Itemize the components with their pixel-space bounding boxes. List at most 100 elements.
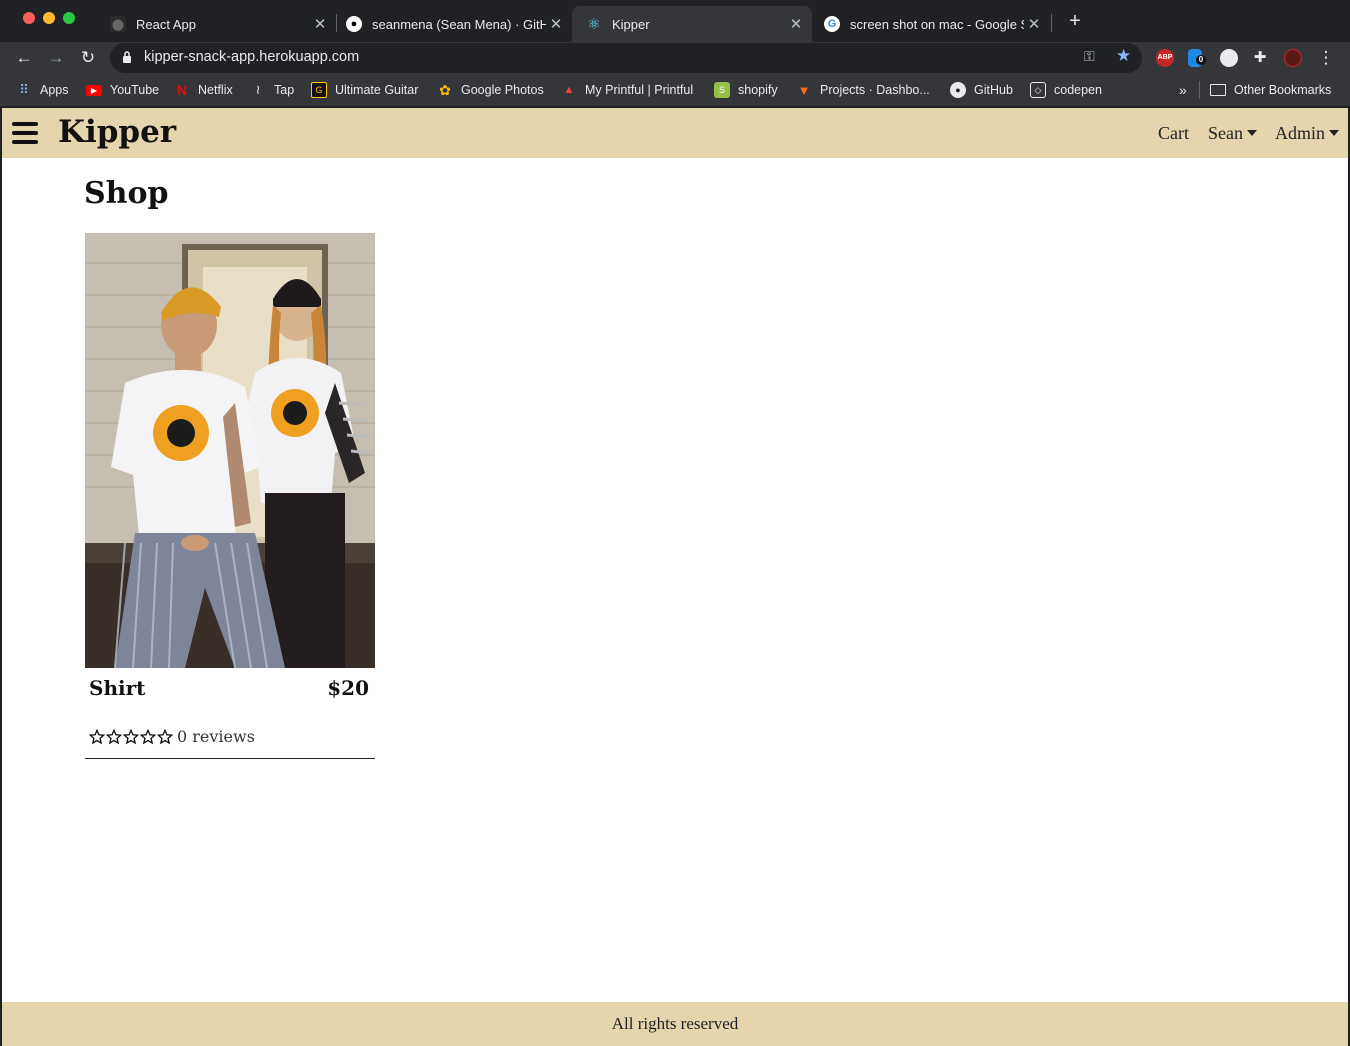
bookmark-shopify[interactable]: S shopify (714, 81, 778, 99)
nav-user-dropdown[interactable]: Sean (1208, 123, 1257, 144)
star-outline-icon (89, 728, 105, 744)
lock-icon (123, 51, 131, 63)
maximize-window-icon[interactable] (63, 12, 75, 24)
bookmark-label: Other Bookmarks (1234, 83, 1332, 97)
bookmark-label: Projects · Dashbo... (820, 83, 930, 97)
menu-kebab-icon[interactable]: ⋮ (1314, 46, 1338, 70)
star-outline-icon (157, 728, 173, 744)
close-tab-icon[interactable]: ✕ (1024, 15, 1044, 33)
bookmark-label: Netflix (198, 83, 233, 97)
extension-icon[interactable]: 0 (1188, 49, 1206, 67)
youtube-icon: ▶ (86, 84, 102, 96)
bookmark-tap[interactable]: ≀ Tap (250, 81, 295, 99)
tab-github[interactable]: ● seanmena (Sean Mena) · GitHub ✕ (332, 6, 572, 42)
chevron-down-icon (1247, 129, 1257, 136)
bookmark-codepen[interactable]: ◇ codepen (1030, 81, 1102, 99)
bookmarks-bar: ⠿ Apps ▶ YouTube N Netflix ≀ Tap G Ultim… (0, 74, 1350, 106)
tab-react-app[interactable]: ⬤ React App ✕ (96, 6, 336, 42)
reload-icon[interactable]: ↻ (76, 46, 100, 70)
codepen-icon: ◇ (1030, 82, 1046, 98)
shopify-icon: S (714, 82, 730, 98)
bookmark-label: My Printful | Printful (585, 83, 694, 97)
bookmark-label: Apps (40, 83, 69, 97)
url-text: kipper-snack-app.herokuapp.com (144, 49, 360, 65)
product-price: $20 (327, 676, 369, 700)
forward-icon[interactable]: → (44, 46, 68, 70)
browser-toolbar: ← → ↻ kipper-snack-app.herokuapp.com ⚿ ★… (0, 42, 1350, 74)
folder-icon (1210, 84, 1226, 96)
bookmarks-separator (1199, 81, 1200, 99)
footer-text: All rights reserved (611, 1014, 739, 1033)
bookmark-label: Tap (274, 83, 295, 97)
tab-kipper[interactable]: ⚛ Kipper ✕ (572, 6, 812, 42)
site-navbar: Kipper Cart Sean Admin (2, 108, 1348, 158)
bookmark-label: Ultimate Guitar (335, 83, 419, 97)
bookmark-google-photos[interactable]: ✿ Google Photos (437, 81, 544, 99)
product-rating: 0 reviews (89, 727, 255, 746)
star-outline-icon (123, 728, 139, 744)
chevron-down-icon (1329, 129, 1340, 136)
nav-cart-link[interactable]: Cart (1158, 123, 1189, 144)
profile-avatar[interactable] (1284, 49, 1302, 67)
close-tab-icon[interactable]: ✕ (786, 15, 806, 33)
tab-title: Kipper (612, 16, 650, 32)
react-icon: ⚛ (587, 16, 601, 33)
address-bar[interactable]: kipper-snack-app.herokuapp.com ⚿ ★ (110, 43, 1142, 73)
bookmark-label: GitHub (974, 83, 1013, 97)
bookmark-label: codepen (1054, 83, 1102, 97)
bookmark-github[interactable]: ● GitHub (950, 81, 1013, 99)
bookmark-label: Google Photos (461, 83, 544, 97)
star-outline-icon (140, 728, 156, 744)
netflix-icon: N (176, 82, 188, 98)
bookmark-ultimate-guitar[interactable]: G Ultimate Guitar (311, 81, 418, 99)
bookmark-label: YouTube (110, 83, 160, 97)
tab-title: seanmena (Sean Mena) · GitHub (372, 16, 546, 32)
printful-icon: ▲ (563, 84, 575, 96)
ultimate-guitar-icon: G (311, 82, 327, 98)
bookmark-apps[interactable]: ⠿ Apps (16, 81, 69, 99)
puzzle-extensions-icon[interactable]: ✚ (1248, 46, 1272, 70)
new-tab-icon[interactable]: + (1064, 10, 1086, 32)
tap-icon: ≀ (255, 82, 261, 97)
google-photos-icon: ✿ (439, 81, 451, 98)
apps-grid-icon: ⠿ (19, 82, 29, 97)
adblock-icon[interactable]: ABP (1156, 49, 1174, 67)
review-count: 0 reviews (177, 727, 255, 746)
tab-separator (1051, 14, 1052, 32)
bookmark-star-icon[interactable]: ★ (1116, 46, 1131, 66)
close-window-icon[interactable] (23, 12, 35, 24)
nav-user-label: Sean (1208, 123, 1243, 143)
close-tab-icon[interactable]: ✕ (310, 15, 330, 33)
back-icon[interactable]: ← (12, 46, 36, 70)
product-card[interactable]: Shirt $20 0 reviews (85, 233, 375, 759)
bookmark-printful[interactable]: ▲ My Printful | Printful (561, 81, 694, 99)
circle-extension-icon[interactable] (1220, 49, 1238, 67)
tab-title: screen shot on mac - Google Search (850, 16, 1024, 32)
bookmarks-overflow-icon[interactable]: » (1179, 81, 1187, 99)
bookmark-label: shopify (738, 83, 778, 97)
site-brand[interactable]: Kipper (58, 114, 176, 150)
github-icon: ● (950, 82, 966, 98)
github-dark-icon: ⬤ (110, 16, 126, 32)
bookmark-netflix[interactable]: N Netflix (174, 81, 233, 99)
tab-strip: ⬤ React App ✕ ● seanmena (Sean Mena) · G… (0, 0, 1350, 42)
tab-google-search[interactable]: G screen shot on mac - Google Search ✕ (810, 6, 1050, 42)
bookmark-other[interactable]: Other Bookmarks (1210, 81, 1331, 99)
web-page: Kipper Cart Sean Admin Shop Shirt $20 0 … (2, 108, 1348, 1046)
google-icon: G (824, 16, 840, 32)
product-name[interactable]: Shirt (89, 676, 145, 700)
product-image[interactable] (85, 233, 375, 668)
gitlab-icon: ▼ (797, 82, 811, 98)
minimize-window-icon[interactable] (43, 12, 55, 24)
nav-admin-label: Admin (1275, 123, 1326, 143)
site-footer: All rights reserved (2, 1002, 1348, 1046)
nav-admin-dropdown[interactable]: Admin (1275, 123, 1340, 144)
star-outline-icon (106, 728, 122, 744)
bookmark-gitlab[interactable]: ▼ Projects · Dashbo... (796, 81, 930, 99)
key-icon[interactable]: ⚿ (1084, 48, 1095, 65)
hamburger-menu-icon[interactable] (12, 122, 38, 144)
bookmark-youtube[interactable]: ▶ YouTube (86, 81, 159, 99)
browser-chrome: ⬤ React App ✕ ● seanmena (Sean Mena) · G… (0, 0, 1350, 106)
close-tab-icon[interactable]: ✕ (546, 15, 566, 33)
github-icon: ● (346, 16, 362, 32)
